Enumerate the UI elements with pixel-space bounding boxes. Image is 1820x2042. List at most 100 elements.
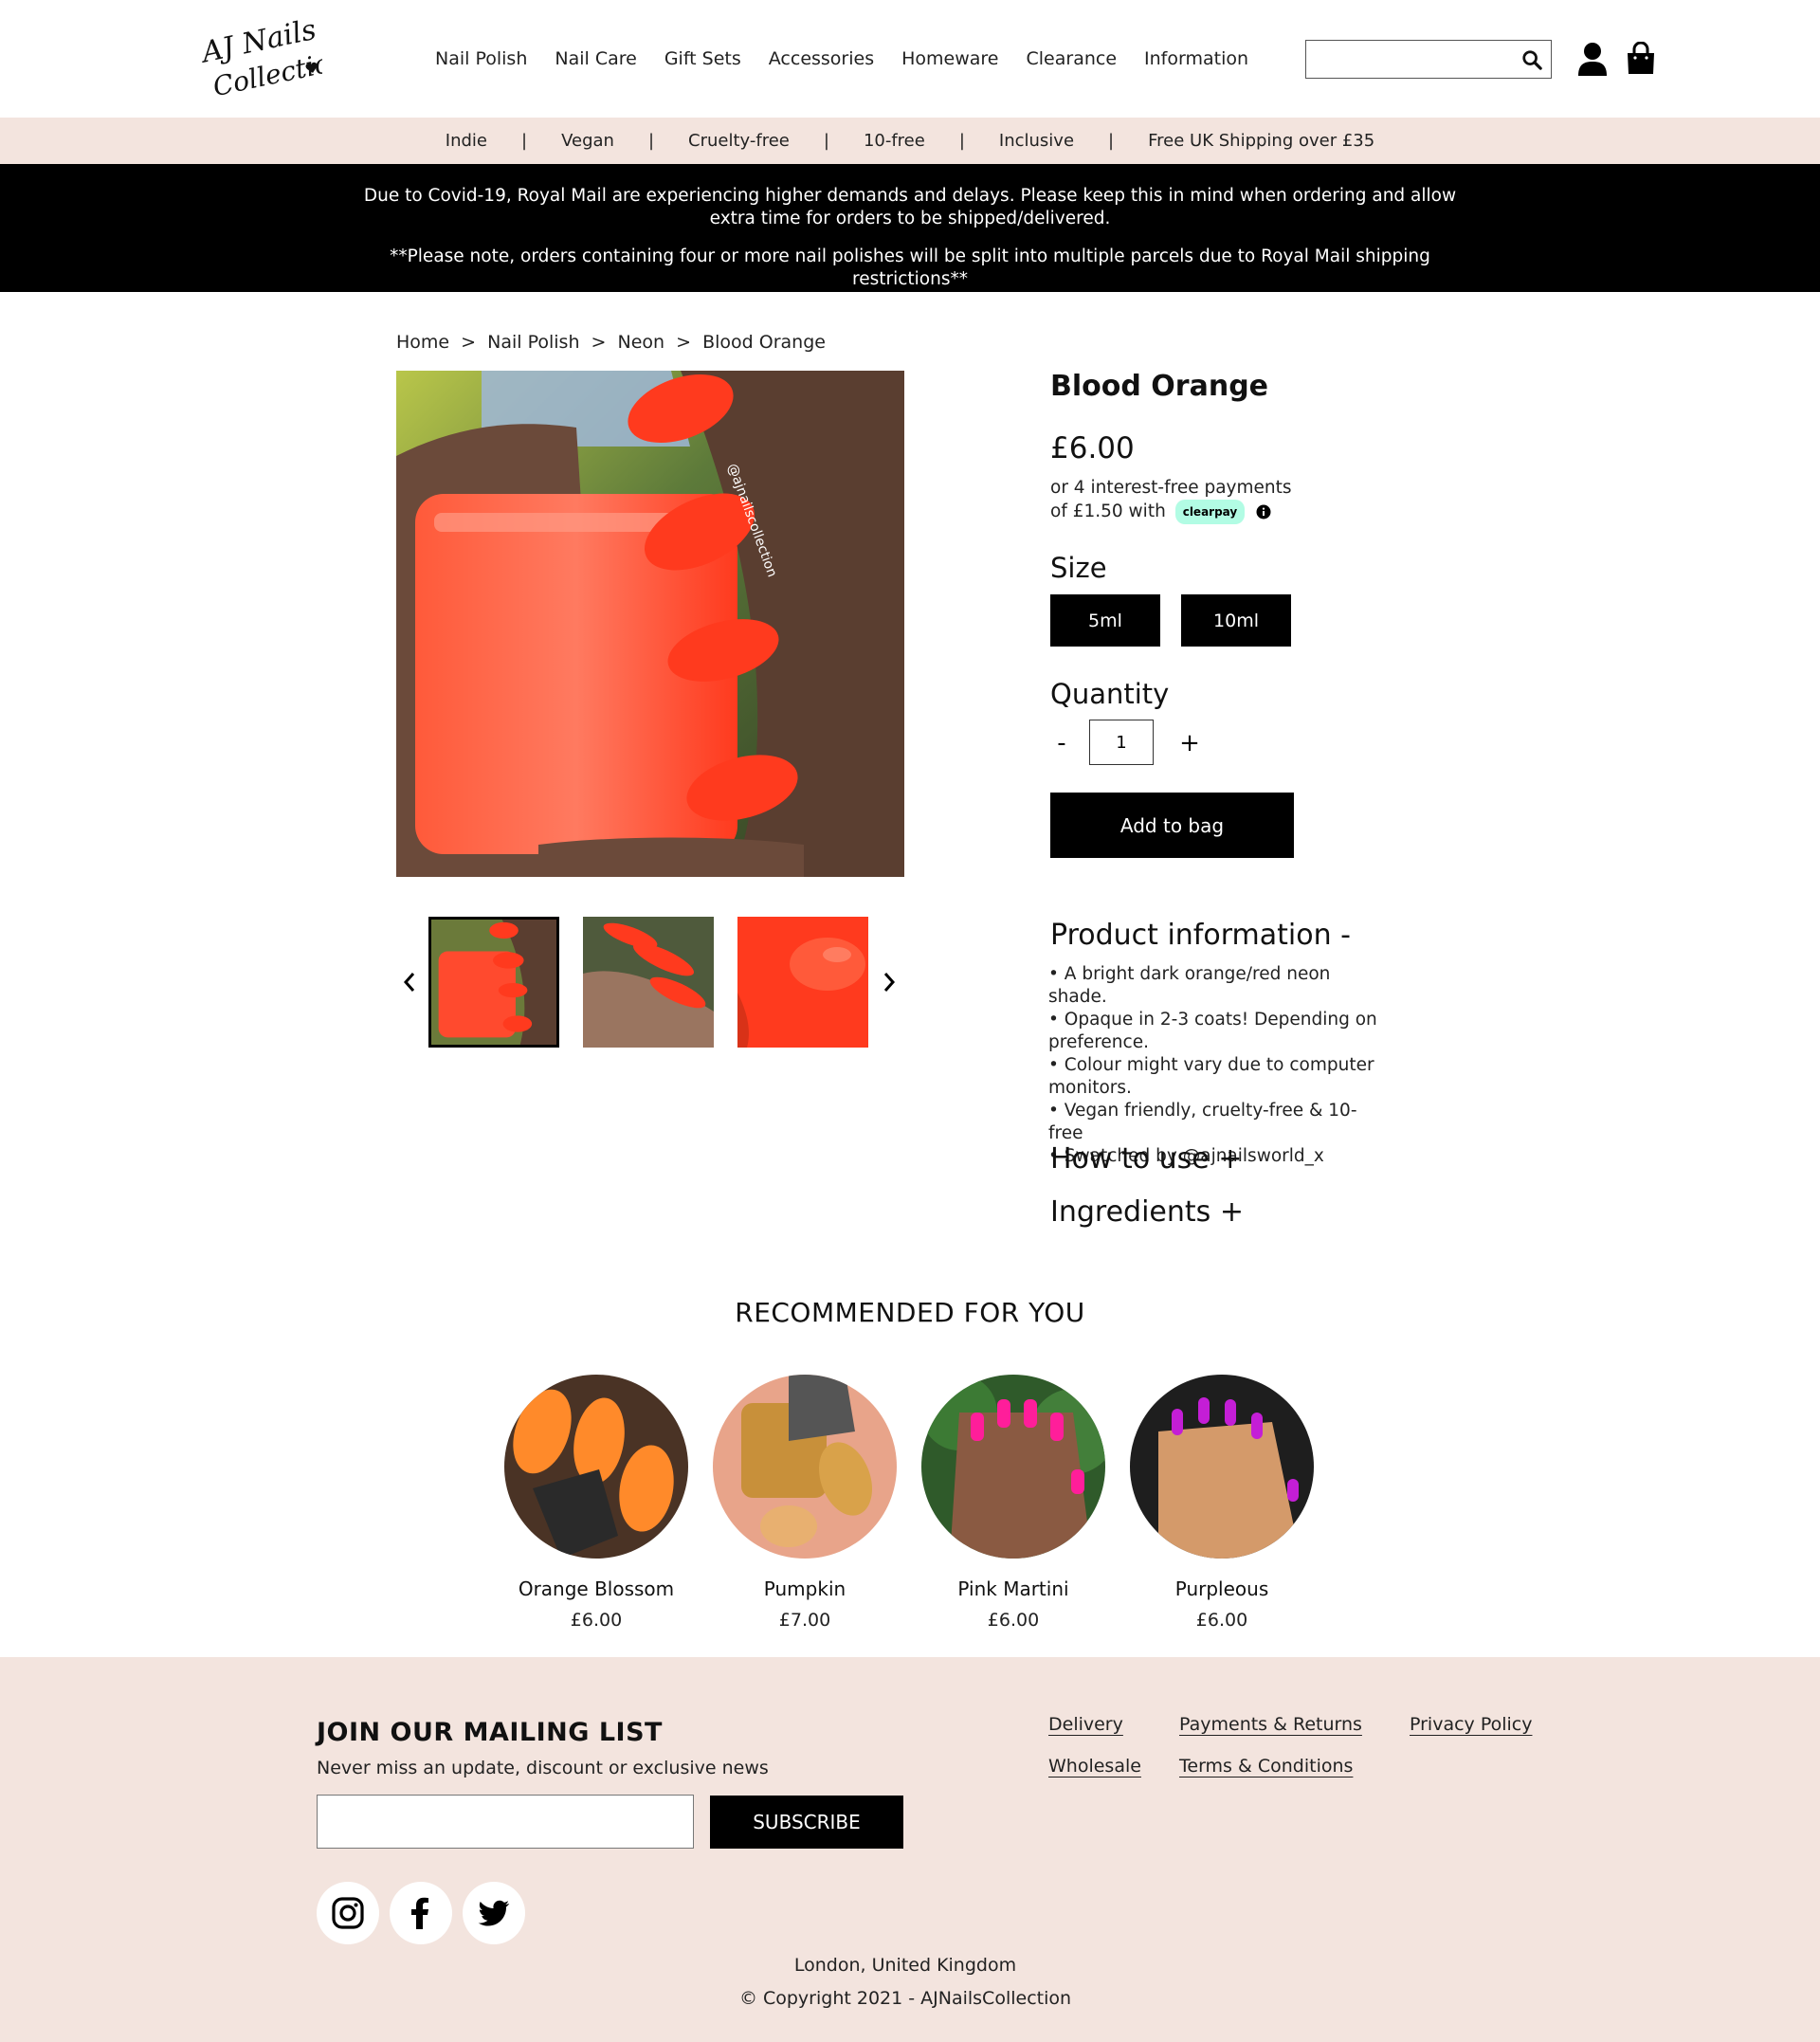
email-field[interactable] [317, 1795, 694, 1849]
search-input[interactable] [1306, 41, 1505, 77]
thumbnail-2[interactable] [583, 917, 714, 1048]
installments-line: or 4 interest-free payments [1050, 478, 1292, 498]
list-item: • Vegan friendly, cruelty-free & 10-free [1048, 1101, 1357, 1143]
recommended-name: Pumpkin [763, 1577, 846, 1600]
size-option-5ml[interactable]: 5ml [1050, 594, 1160, 647]
site-header: AJ Nails Collection Nail Polish Nail Car… [0, 0, 1820, 118]
breadcrumb-nail-polish[interactable]: Nail Polish [487, 332, 579, 353]
product-price: £6.00 [1050, 431, 1135, 465]
values-bar: Indie | Vegan | Cruelty-free | 10-free |… [0, 118, 1820, 164]
value-vegan: Vegan [561, 131, 614, 151]
breadcrumb-separator: > [461, 332, 477, 353]
breadcrumb-current: Blood Orange [702, 332, 826, 353]
breadcrumb-separator: > [591, 332, 607, 353]
mailing-list-subtitle: Never miss an update, discount or exclus… [317, 1758, 769, 1778]
covid-notice-banner: Due to Covid-19, Royal Mail are experien… [0, 164, 1820, 292]
thumbnail-3[interactable] [737, 917, 868, 1048]
recommended-title: RECOMMENDED FOR YOU [735, 1297, 1085, 1328]
nav-item-clearance[interactable]: Clearance [1027, 48, 1118, 69]
recommended-price: £6.00 [1195, 1610, 1248, 1631]
breadcrumb-neon[interactable]: Neon [618, 332, 665, 353]
thumbnail-1[interactable] [428, 917, 559, 1048]
nav-item-gift-sets[interactable]: Gift Sets [664, 48, 741, 69]
recommended-item-pink-martini[interactable]: Pink Martini £6.00 [921, 1375, 1105, 1631]
footer-location: London, United Kingdom [793, 1955, 1017, 1976]
installments-line-2: of £1.50 with clearpay [1050, 500, 1292, 524]
footer-link-delivery[interactable]: Delivery [1048, 1714, 1123, 1735]
recommended-price: £6.00 [570, 1610, 623, 1631]
separator: | [1108, 131, 1115, 151]
recommended-name: Pink Martini [957, 1577, 1069, 1600]
subscribe-button[interactable]: SUBSCRIBE [710, 1796, 903, 1849]
product-title: Blood Orange [1050, 370, 1269, 403]
how-to-use-toggle[interactable]: How to use + [1050, 1142, 1242, 1176]
list-item: • A bright dark orange/red neon shade. [1048, 964, 1331, 1007]
quantity-label: Quantity [1050, 678, 1170, 710]
breadcrumb-home[interactable]: Home [396, 332, 449, 353]
product-image [504, 1375, 688, 1559]
nav-item-information[interactable]: Information [1144, 48, 1248, 69]
facebook-link[interactable] [390, 1882, 452, 1944]
separator: | [958, 131, 965, 151]
footer-copyright: © Copyright 2021 - AJNailsCollection [738, 1988, 1072, 2009]
facebook-icon [411, 1897, 428, 1929]
recommended-price: £7.00 [778, 1610, 831, 1631]
search-icon[interactable] [1521, 49, 1542, 70]
account-icon[interactable] [1577, 42, 1608, 76]
footer-link-terms-conditions[interactable]: Terms & Conditions [1179, 1756, 1353, 1777]
value-10-free: 10-free [863, 131, 925, 151]
nav-item-accessories[interactable]: Accessories [769, 48, 874, 69]
mailing-list-title: JOIN OUR MAILING LIST [317, 1718, 663, 1747]
installments-text: of £1.50 with [1050, 501, 1166, 521]
product-information-list: • A bright dark orange/red neon shade. •… [1048, 963, 1390, 1168]
product-image [1130, 1375, 1314, 1559]
recommended-item-orange-blossom[interactable]: Orange Blossom £6.00 [504, 1375, 688, 1631]
product-image [921, 1375, 1105, 1559]
value-indie: Indie [445, 131, 487, 151]
quantity-input[interactable] [1089, 720, 1154, 765]
size-option-10ml[interactable]: 10ml [1181, 594, 1291, 647]
clearpay-badge: clearpay [1174, 500, 1246, 524]
installments-info: or 4 interest-free payments of £1.50 wit… [1050, 477, 1292, 524]
list-item: • Colour might vary due to computer moni… [1048, 1055, 1374, 1098]
shopping-bag-icon[interactable] [1626, 42, 1656, 76]
nav-item-nail-polish[interactable]: Nail Polish [435, 48, 527, 69]
instagram-link[interactable] [317, 1882, 379, 1944]
nav-item-nail-care[interactable]: Nail Care [555, 48, 636, 69]
twitter-icon [478, 1900, 510, 1926]
recommended-item-purpleous[interactable]: Purpleous £6.00 [1130, 1375, 1314, 1631]
nav-item-homeware[interactable]: Homeware [901, 48, 998, 69]
value-inclusive: Inclusive [998, 131, 1075, 151]
ingredients-toggle[interactable]: Ingredients + [1050, 1195, 1244, 1229]
twitter-link[interactable] [463, 1882, 525, 1944]
recommended-item-pumpkin[interactable]: Pumpkin £7.00 [713, 1375, 897, 1631]
brand-logo[interactable]: AJ Nails Collection [196, 11, 350, 102]
product-image [713, 1375, 897, 1559]
notice-line-delays: Due to Covid-19, Royal Mail are experien… [363, 186, 1457, 228]
thumbnail-carousel [396, 917, 904, 1048]
value-cruelty-free: Cruelty-free [688, 131, 790, 151]
breadcrumb: Home > Nail Polish > Neon > Blood Orange [396, 332, 831, 353]
product-main-image[interactable]: @ajnailscollection [396, 371, 904, 877]
search-box [1305, 40, 1552, 79]
separator: | [647, 131, 655, 151]
recommended-name: Orange Blossom [518, 1577, 675, 1600]
site-footer: JOIN OUR MAILING LIST Never miss an upda… [0, 1657, 1820, 2042]
footer-link-wholesale[interactable]: Wholesale [1048, 1756, 1141, 1777]
product-information-toggle[interactable]: Product information - [1050, 919, 1351, 952]
add-to-bag-button[interactable]: Add to bag [1050, 793, 1294, 858]
notice-line-parcels: **Please note, orders containing four or… [390, 246, 1430, 289]
chevron-left-icon[interactable] [401, 970, 418, 994]
chevron-right-icon[interactable] [881, 970, 898, 994]
main-nav: Nail Polish Nail Care Gift Sets Accessor… [435, 48, 1276, 69]
footer-link-privacy-policy[interactable]: Privacy Policy [1410, 1714, 1532, 1735]
info-icon[interactable] [1256, 504, 1271, 520]
list-item: • Opaque in 2-3 coats! Depending on pref… [1048, 1010, 1377, 1052]
footer-link-payments-returns[interactable]: Payments & Returns [1179, 1714, 1362, 1735]
recommended-name: Purpleous [1174, 1577, 1269, 1600]
quantity-decrement-button[interactable]: - [1050, 724, 1073, 762]
quantity-increment-button[interactable]: + [1178, 724, 1201, 762]
instagram-icon [332, 1897, 364, 1929]
separator: | [521, 131, 528, 151]
breadcrumb-separator: > [676, 332, 692, 353]
